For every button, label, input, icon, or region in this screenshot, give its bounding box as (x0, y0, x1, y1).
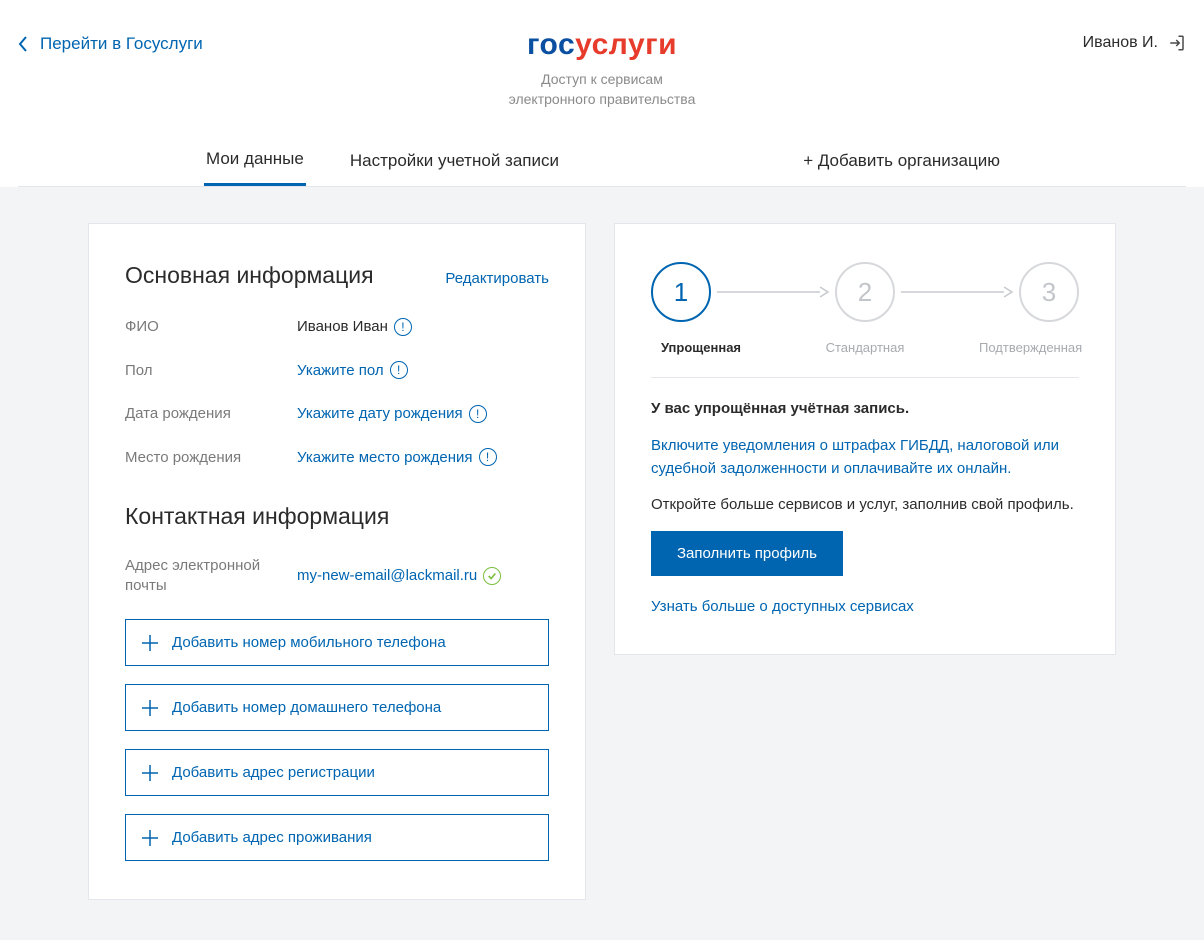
email-label: Адрес электронной почты (125, 556, 297, 595)
logo-subtitle: Доступ к сервисам электронного правитель… (18, 70, 1186, 109)
logout-icon[interactable] (1168, 34, 1186, 52)
steps: 1 2 3 (651, 262, 1079, 322)
plus-icon (142, 700, 158, 716)
add-mobile-phone-button[interactable]: Добавить номер мобильного телефона (125, 619, 549, 666)
user-name: Иванов И. (1083, 34, 1158, 52)
row-email: Адрес электронной почты my-new-email@lac… (125, 556, 549, 595)
add-home-phone-button[interactable]: Добавить номер домашнего телефона (125, 684, 549, 731)
back-to-gosuslugi-link[interactable]: Перейти в Госуслуги (18, 34, 203, 54)
header: Перейти в Госуслуги госуслуги Доступ к с… (0, 0, 1204, 187)
row-dob: Дата рождения Укажите дату рождения ! (125, 404, 549, 424)
card-account-level: 1 2 3 Упрощенная Ст (614, 223, 1116, 655)
step-2: 2 (835, 262, 895, 322)
edit-link[interactable]: Редактировать (445, 270, 549, 287)
pob-link[interactable]: Укажите место рождения (297, 449, 473, 466)
step-labels: Упрощенная Стандартная Подтвержденная (651, 340, 1079, 355)
pob-label: Место рождения (125, 448, 297, 468)
fill-profile-button[interactable]: Заполнить профиль (651, 531, 843, 576)
contact-info-title: Контактная информация (125, 503, 549, 530)
logo: госуслуги (527, 28, 677, 62)
gender-link[interactable]: Укажите пол (297, 362, 384, 379)
content: Основная информация Редактировать ФИО Ив… (0, 187, 1204, 940)
warning-icon: ! (479, 448, 497, 466)
chevron-left-icon (18, 36, 28, 52)
step-1: 1 (651, 262, 711, 322)
account-status-text: Откройте больше сервисов и услуг, заполн… (651, 494, 1079, 517)
verified-icon (483, 567, 501, 585)
step-1-label: Упрощенная (651, 340, 751, 355)
plus-icon (142, 765, 158, 781)
step-connector (711, 262, 835, 322)
add-reg-label: Добавить адрес регистрации (172, 764, 375, 781)
step-connector (895, 262, 1019, 322)
dob-link[interactable]: Укажите дату рождения (297, 405, 463, 422)
warning-icon: ! (469, 405, 487, 423)
fio-label: ФИО (125, 317, 297, 337)
card-basic-info: Основная информация Редактировать ФИО Ив… (88, 223, 586, 900)
step-2-circle: 2 (835, 262, 895, 322)
back-link-label: Перейти в Госуслуги (40, 34, 203, 54)
tab-account-settings[interactable]: Настройки учетной записи (348, 139, 561, 185)
notifications-info-link[interactable]: Включите уведомления о штрафах ГИБДД, на… (651, 437, 1059, 477)
row-gender: Пол Укажите пол ! (125, 361, 549, 381)
tab-add-organization[interactable]: + Добавить организацию (803, 139, 1000, 185)
email-value[interactable]: my-new-email@lackmail.ru (297, 567, 477, 584)
plus-icon (142, 830, 158, 846)
user-menu[interactable]: Иванов И. (1083, 34, 1186, 52)
dob-label: Дата рождения (125, 404, 297, 424)
step-3-circle: 3 (1019, 262, 1079, 322)
step-1-circle: 1 (651, 262, 711, 322)
gender-label: Пол (125, 361, 297, 381)
basic-info-title: Основная информация (125, 262, 374, 289)
step-3-label: Подтвержденная (979, 340, 1079, 355)
warning-icon: ! (390, 361, 408, 379)
add-registration-address-button[interactable]: Добавить адрес регистрации (125, 749, 549, 796)
arrow-right-icon (717, 286, 829, 298)
add-home-label: Добавить номер домашнего телефона (172, 699, 441, 716)
learn-more-link[interactable]: Узнать больше о доступных сервисах (651, 598, 914, 615)
step-2-label: Стандартная (815, 340, 915, 355)
tab-my-data[interactable]: Мои данные (204, 137, 306, 186)
row-pob: Место рождения Укажите место рождения ! (125, 448, 549, 468)
fio-value: Иванов Иван (297, 318, 388, 335)
logo-part-2: услуги (575, 28, 677, 61)
tabs: Мои данные Настройки учетной записи + До… (18, 137, 1186, 187)
logo-part-1: гос (527, 28, 575, 61)
step-3: 3 (1019, 262, 1079, 322)
separator (651, 377, 1079, 378)
add-res-label: Добавить адрес проживания (172, 829, 372, 846)
warning-icon: ! (394, 318, 412, 336)
account-status-title: У вас упрощённая учётная запись. (651, 400, 1079, 417)
row-fio: ФИО Иванов Иван ! (125, 317, 549, 337)
add-mobile-label: Добавить номер мобильного телефона (172, 634, 446, 651)
plus-icon (142, 635, 158, 651)
add-residence-address-button[interactable]: Добавить адрес проживания (125, 814, 549, 861)
arrow-right-icon (901, 286, 1013, 298)
